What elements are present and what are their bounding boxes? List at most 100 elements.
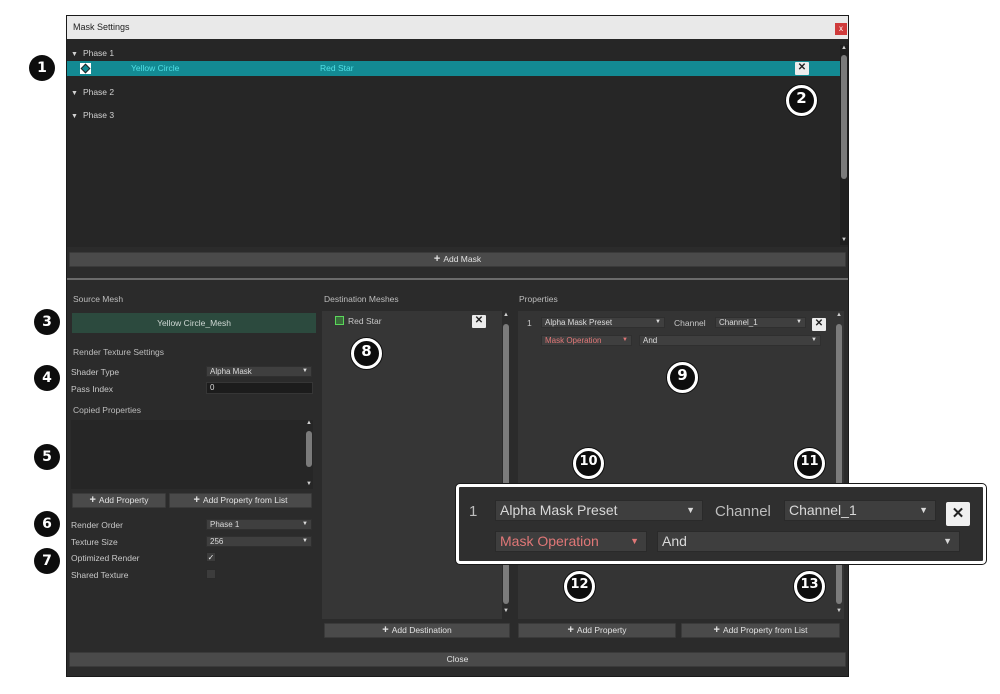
source-add-property-from-list-button[interactable]: + Add Property from List bbox=[169, 493, 312, 508]
shared-texture-checkbox[interactable] bbox=[206, 569, 216, 579]
close-button[interactable]: Close bbox=[69, 652, 846, 667]
render-order-dropdown[interactable]: Phase 1 ▼ bbox=[206, 519, 312, 530]
channel-dropdown[interactable]: Channel_1 ▼ bbox=[715, 317, 806, 328]
callout-2: 2 bbox=[786, 85, 817, 116]
chevron-down-icon: ▼ bbox=[630, 536, 639, 546]
callout-11: 11 bbox=[794, 448, 825, 479]
shader-type-dropdown[interactable]: Alpha Mask ▼ bbox=[206, 366, 312, 377]
expand-triangle-icon: ▼ bbox=[71, 113, 78, 120]
plus-icon: + bbox=[433, 253, 441, 265]
operation-value-dropdown[interactable]: And ▼ bbox=[639, 335, 821, 346]
callout-4: 4 bbox=[34, 365, 60, 391]
window-close-button[interactable]: x bbox=[835, 23, 847, 35]
channel-label: Channel bbox=[674, 318, 706, 328]
copied-properties-header: Copied Properties bbox=[73, 405, 142, 415]
chevron-down-icon: ▼ bbox=[622, 337, 628, 343]
plus-icon: + bbox=[713, 624, 720, 636]
render-texture-header: Render Texture Settings bbox=[73, 347, 165, 357]
expand-triangle-icon: ▼ bbox=[71, 51, 78, 58]
scroll-up-icon[interactable]: ▲ bbox=[840, 45, 848, 51]
phase-1-header[interactable]: ▼ Phase 1 bbox=[71, 48, 114, 58]
property-index: 1 bbox=[527, 318, 532, 328]
callout-5: 5 bbox=[34, 444, 60, 470]
source-mesh-header: Source Mesh bbox=[73, 294, 124, 304]
destination-meshes-header: Destination Meshes bbox=[324, 294, 399, 304]
scroll-up-icon[interactable]: ▲ bbox=[502, 312, 510, 318]
add-destination-button[interactable]: + Add Destination bbox=[324, 623, 510, 638]
mask-list-scrollbar[interactable]: ▲ ▼ bbox=[840, 45, 848, 245]
section-divider bbox=[67, 278, 848, 280]
chevron-down-icon: ▼ bbox=[686, 505, 695, 515]
callout-7: 7 bbox=[34, 548, 60, 574]
diamond-icon bbox=[80, 63, 91, 74]
copied-properties-scrollbar[interactable]: ▲ ▼ bbox=[305, 420, 313, 489]
shader-type-label: Shader Type bbox=[71, 367, 120, 377]
scrollbar-thumb[interactable] bbox=[306, 431, 312, 467]
properties-header: Properties bbox=[519, 294, 558, 304]
plus-icon: + bbox=[567, 624, 574, 636]
texture-size-label: Texture Size bbox=[71, 537, 118, 547]
texture-size-dropdown[interactable]: 256 ▼ bbox=[206, 536, 312, 547]
callout-8: 8 bbox=[351, 338, 382, 369]
preset-dropdown[interactable]: Alpha Mask Preset ▼ bbox=[541, 317, 665, 328]
zoom-remove-property-button[interactable]: ✕ bbox=[946, 502, 970, 526]
callout-1: 1 bbox=[29, 55, 55, 81]
destination-scrollbar[interactable]: ▲ ▼ bbox=[502, 312, 510, 617]
destination-meshes-list: Red Star ✕ bbox=[322, 311, 502, 619]
zoom-channel-dropdown[interactable]: Channel_1 ▼ bbox=[784, 500, 936, 521]
remove-mask-button[interactable]: ✕ bbox=[795, 62, 809, 75]
mesh-square-icon bbox=[335, 316, 344, 325]
scroll-up-icon[interactable]: ▲ bbox=[305, 420, 313, 426]
zoom-operation-value-dropdown[interactable]: And ▼ bbox=[657, 531, 960, 552]
chevron-down-icon: ▼ bbox=[302, 521, 308, 527]
optimized-render-checkbox[interactable]: ✓ bbox=[206, 552, 216, 562]
callout-9: 9 bbox=[667, 362, 698, 393]
remove-destination-button[interactable]: ✕ bbox=[472, 315, 486, 328]
chevron-down-icon: ▼ bbox=[796, 319, 802, 325]
zoom-preset-dropdown[interactable]: Alpha Mask Preset ▼ bbox=[495, 500, 703, 521]
shared-texture-label: Shared Texture bbox=[71, 570, 129, 580]
destination-item[interactable]: Red Star bbox=[335, 316, 382, 326]
callout-12: 12 bbox=[564, 571, 595, 602]
scroll-down-icon[interactable]: ▼ bbox=[502, 608, 510, 614]
render-order-label: Render Order bbox=[71, 520, 123, 530]
callout-3: 3 bbox=[34, 309, 60, 335]
mask-source-name: Yellow Circle bbox=[131, 63, 180, 73]
scroll-down-icon[interactable]: ▼ bbox=[305, 481, 313, 487]
window-title: Mask Settings bbox=[73, 22, 130, 32]
scroll-down-icon[interactable]: ▼ bbox=[835, 608, 843, 614]
chevron-down-icon: ▼ bbox=[811, 337, 817, 343]
mask-row-selected[interactable]: Yellow Circle Red Star ✕ bbox=[67, 61, 842, 76]
source-mesh-field[interactable]: Yellow Circle_Mesh bbox=[72, 313, 316, 333]
callout-13: 13 bbox=[794, 571, 825, 602]
property-row-zoom-inset: 1 Alpha Mask Preset ▼ Channel Channel_1 ▼ … bbox=[456, 484, 986, 564]
scroll-down-icon[interactable]: ▼ bbox=[840, 237, 848, 243]
copied-properties-list: ▲ ▼ bbox=[71, 420, 313, 489]
chevron-down-icon: ▼ bbox=[943, 536, 952, 546]
add-property-button[interactable]: + Add Property bbox=[518, 623, 676, 638]
mask-settings-window: Mask Settings x ▼ Phase 1 Yellow Circle R… bbox=[66, 15, 849, 677]
chevron-down-icon: ▼ bbox=[919, 505, 928, 515]
chevron-down-icon: ▼ bbox=[302, 538, 308, 544]
chevron-down-icon: ▼ bbox=[655, 319, 661, 325]
mask-destination-name: Red Star bbox=[320, 63, 354, 73]
remove-property-button[interactable]: ✕ bbox=[812, 318, 826, 331]
callout-6: 6 bbox=[34, 511, 60, 537]
chevron-down-icon: ▼ bbox=[302, 368, 308, 374]
phase-3-header[interactable]: ▼ Phase 3 bbox=[71, 110, 114, 120]
add-property-from-list-button[interactable]: + Add Property from List bbox=[681, 623, 840, 638]
phase-2-header[interactable]: ▼ Phase 2 bbox=[71, 87, 114, 97]
plus-icon: + bbox=[193, 494, 200, 506]
add-mask-button[interactable]: + Add Mask bbox=[69, 252, 846, 267]
zoom-mask-operation-dropdown[interactable]: Mask Operation ▼ bbox=[495, 531, 647, 552]
source-add-property-button[interactable]: + Add Property bbox=[72, 493, 166, 508]
pass-index-label: Pass Index bbox=[71, 384, 114, 394]
pass-index-input[interactable]: 0 bbox=[206, 382, 313, 394]
scroll-up-icon[interactable]: ▲ bbox=[835, 312, 843, 318]
plus-icon: + bbox=[382, 624, 389, 636]
mask-operation-dropdown[interactable]: Mask Operation ▼ bbox=[541, 335, 632, 346]
expand-triangle-icon: ▼ bbox=[71, 90, 78, 97]
zoom-property-index: 1 bbox=[469, 503, 478, 520]
scrollbar-thumb[interactable] bbox=[841, 55, 847, 179]
properties-scrollbar[interactable]: ▲ ▼ bbox=[835, 312, 843, 617]
